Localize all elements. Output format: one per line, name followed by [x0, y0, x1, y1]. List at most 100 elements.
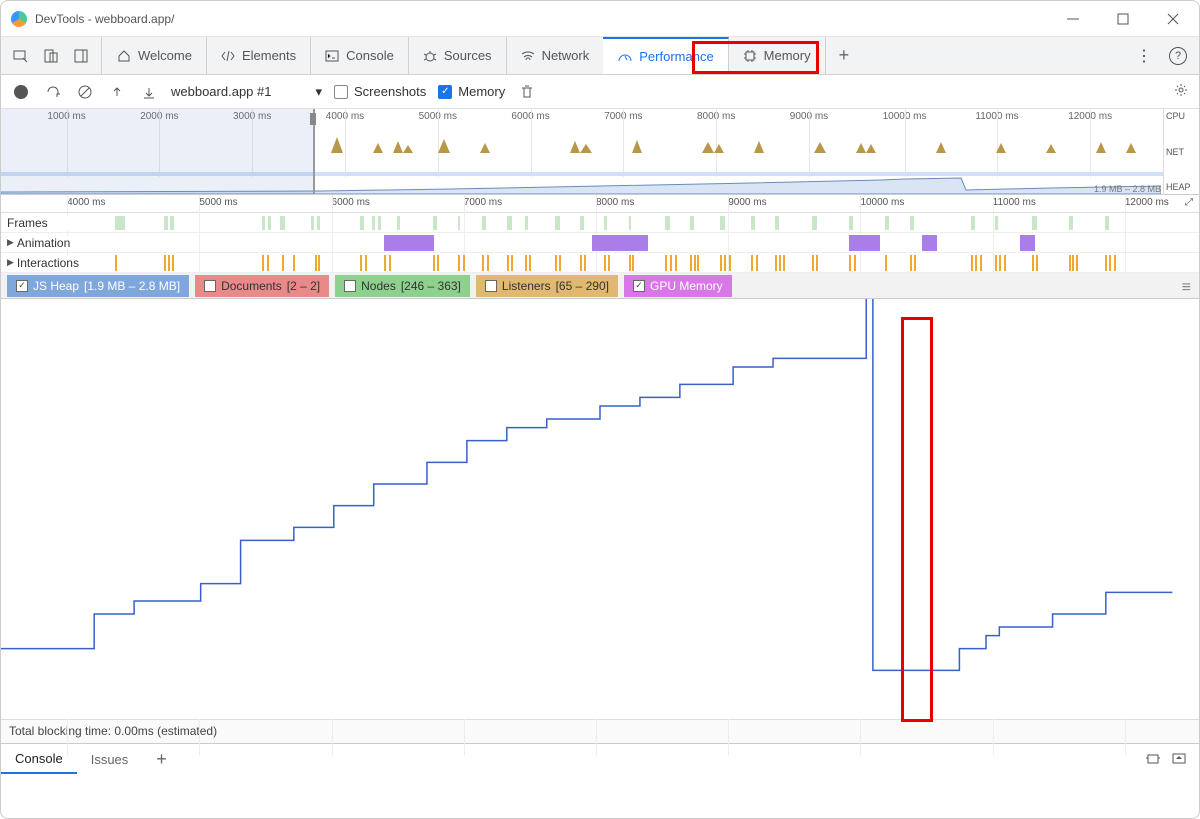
interaction-event[interactable] [318, 255, 320, 271]
interaction-event[interactable] [168, 255, 170, 271]
drawer-add-tab[interactable]: + [142, 743, 181, 776]
interaction-event[interactable] [172, 255, 174, 271]
dock-side-button[interactable] [69, 44, 93, 68]
interaction-event[interactable] [729, 255, 731, 271]
tab-console[interactable]: Console [310, 37, 409, 74]
frame-block[interactable] [378, 216, 381, 230]
tab-welcome[interactable]: Welcome [102, 37, 207, 74]
interaction-event[interactable] [694, 255, 696, 271]
interaction-event[interactable] [507, 255, 509, 271]
interaction-event[interactable] [559, 255, 561, 271]
tab-sources[interactable]: Sources [408, 37, 507, 74]
drawer-close-button[interactable] [1171, 750, 1187, 769]
frame-block[interactable] [885, 216, 888, 230]
interaction-event[interactable] [360, 255, 362, 271]
record-button[interactable] [11, 82, 31, 102]
interaction-event[interactable] [1109, 255, 1111, 271]
interaction-event[interactable] [604, 255, 606, 271]
frame-block[interactable] [360, 216, 364, 230]
screenshots-checkbox[interactable] [334, 85, 348, 99]
upload-button[interactable] [107, 82, 127, 102]
track-animation[interactable]: ▶Animation [1, 233, 1199, 253]
frame-block[interactable] [164, 216, 168, 230]
interaction-event[interactable] [849, 255, 851, 271]
interaction-event[interactable] [315, 255, 317, 271]
frame-block[interactable] [971, 216, 975, 230]
legend-gpu-memory[interactable]: ✓GPU Memory [624, 275, 732, 297]
interaction-event[interactable] [980, 255, 982, 271]
interaction-event[interactable] [720, 255, 722, 271]
new-tab-button[interactable]: + [825, 37, 864, 74]
interaction-event[interactable] [775, 255, 777, 271]
minimize-button[interactable] [1057, 7, 1089, 31]
close-button[interactable] [1157, 7, 1189, 31]
interaction-event[interactable] [995, 255, 997, 271]
drawer-tab-console[interactable]: Console [1, 745, 77, 774]
frame-block[interactable] [482, 216, 486, 230]
interaction-event[interactable] [885, 255, 887, 271]
animation-block[interactable] [1020, 235, 1035, 251]
interaction-event[interactable] [365, 255, 367, 271]
interaction-event[interactable] [724, 255, 726, 271]
frame-block[interactable] [995, 216, 998, 230]
interaction-event[interactable] [525, 255, 527, 271]
frame-block[interactable] [849, 216, 853, 230]
tab-network[interactable]: Network [506, 37, 605, 74]
interaction-event[interactable] [670, 255, 672, 271]
memory-chart[interactable] [1, 299, 1199, 719]
interaction-event[interactable] [690, 255, 692, 271]
legend-documents[interactable]: Documents[2 – 2] [195, 275, 329, 297]
frame-block[interactable] [690, 216, 694, 230]
interaction-event[interactable] [632, 255, 634, 271]
interaction-event[interactable] [437, 255, 439, 271]
device-toolbar-button[interactable] [39, 44, 63, 68]
frame-block[interactable] [397, 216, 400, 230]
interaction-event[interactable] [584, 255, 586, 271]
recording-selector[interactable]: webboard.app #1 ▾ [171, 84, 322, 100]
drawer-errors-button[interactable] [1145, 750, 1161, 769]
clear-button[interactable] [75, 82, 95, 102]
frame-block[interactable] [170, 216, 174, 230]
interaction-event[interactable] [816, 255, 818, 271]
interaction-event[interactable] [1032, 255, 1034, 271]
interaction-event[interactable] [756, 255, 758, 271]
animation-block[interactable] [592, 235, 648, 251]
interaction-event[interactable] [1036, 255, 1038, 271]
interaction-event[interactable] [487, 255, 489, 271]
interaction-event[interactable] [783, 255, 785, 271]
tab-elements[interactable]: Elements [206, 37, 311, 74]
frame-block[interactable] [115, 216, 125, 230]
gc-button[interactable] [517, 82, 537, 102]
interaction-event[interactable] [384, 255, 386, 271]
frame-block[interactable] [433, 216, 437, 230]
interaction-event[interactable] [751, 255, 753, 271]
interaction-event[interactable] [511, 255, 513, 271]
frame-block[interactable] [580, 216, 584, 230]
legend-menu-button[interactable]: ≡ [1182, 279, 1191, 297]
interaction-event[interactable] [812, 255, 814, 271]
interaction-event[interactable] [458, 255, 460, 271]
interaction-event[interactable] [262, 255, 264, 271]
interaction-event[interactable] [1069, 255, 1071, 271]
interaction-event[interactable] [1076, 255, 1078, 271]
animation-block[interactable] [849, 235, 880, 251]
frame-block[interactable] [262, 216, 265, 230]
frame-block[interactable] [775, 216, 778, 230]
interaction-event[interactable] [1072, 255, 1074, 271]
legend-js-heap[interactable]: ✓JS Heap[1.9 MB – 2.8 MB] [7, 275, 189, 297]
frame-block[interactable] [751, 216, 755, 230]
maximize-button[interactable] [1107, 7, 1139, 31]
interaction-event[interactable] [389, 255, 391, 271]
interaction-event[interactable] [580, 255, 582, 271]
interaction-event[interactable] [971, 255, 973, 271]
legend-nodes[interactable]: Nodes[246 – 363] [335, 275, 470, 297]
frame-block[interactable] [525, 216, 528, 230]
frame-block[interactable] [1032, 216, 1037, 230]
frame-block[interactable] [812, 216, 817, 230]
inspect-element-button[interactable] [9, 44, 33, 68]
interaction-event[interactable] [999, 255, 1001, 271]
interaction-event[interactable] [433, 255, 435, 271]
interaction-event[interactable] [164, 255, 166, 271]
help-button[interactable]: ? [1169, 47, 1187, 65]
interaction-event[interactable] [779, 255, 781, 271]
